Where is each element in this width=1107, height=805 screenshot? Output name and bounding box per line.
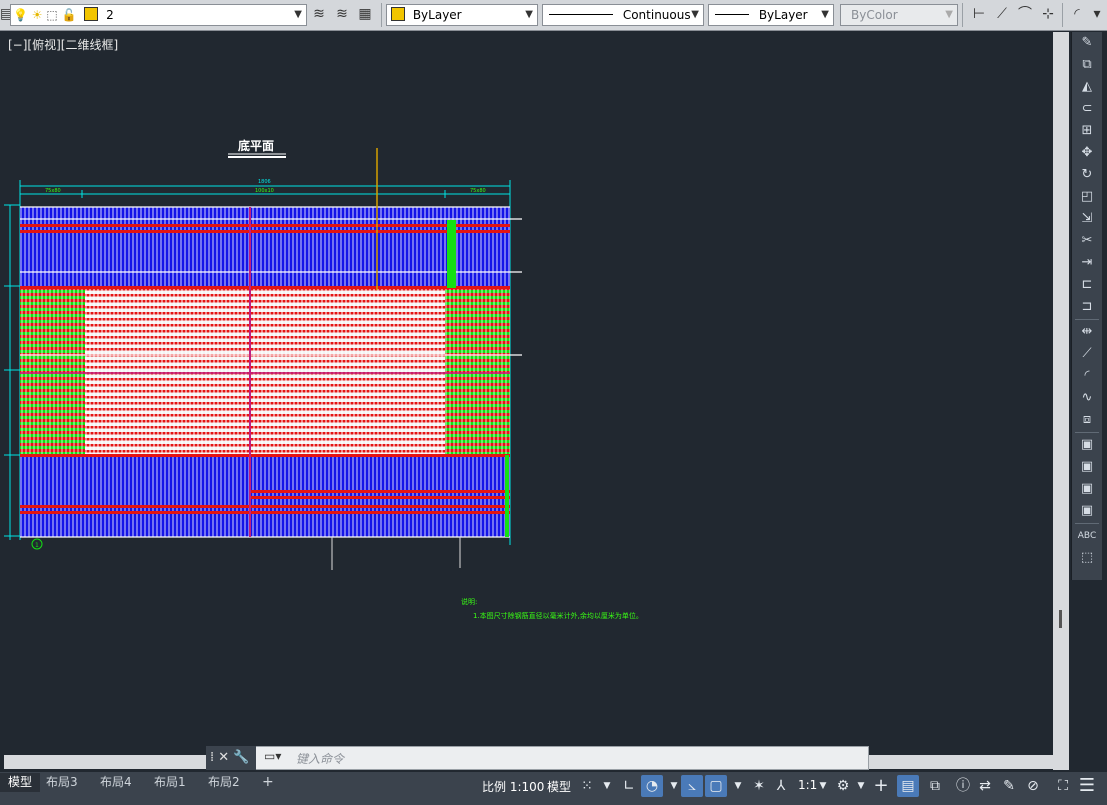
- drawing-sheet: 1806 75x80 100x10 75x80 1: [4, 148, 522, 570]
- grip-icon[interactable]: ⁞: [210, 750, 214, 765]
- chevron-down-icon[interactable]: ▼: [850, 775, 872, 797]
- axis-marker: 1: [35, 542, 39, 549]
- tab-model[interactable]: 模型: [0, 773, 41, 792]
- tab-layout4[interactable]: 布局4: [92, 773, 140, 792]
- annotation-visibility-icon[interactable]: ✶: [748, 775, 770, 797]
- dim-mid: 100x10: [255, 188, 274, 194]
- drawing-title: 底平面: [238, 139, 275, 153]
- isolate-objects-icon[interactable]: ⓘ: [952, 775, 974, 797]
- model-space-button[interactable]: 模型: [547, 778, 571, 795]
- clean-screen-icon[interactable]: ✎: [998, 775, 1020, 797]
- vertical-scrollbar[interactable]: [1053, 32, 1069, 770]
- graphics-performance-icon[interactable]: ⇄: [974, 775, 996, 797]
- vertical-scroll-thumb[interactable]: [1059, 610, 1062, 628]
- blend-curves-icon[interactable]: ∿: [1072, 387, 1102, 409]
- move-icon[interactable]: ✥: [1072, 142, 1102, 164]
- isodraft-icon[interactable]: ⦣: [681, 775, 703, 797]
- command-line-handle[interactable]: ⁞ ✕ 🔧: [206, 746, 256, 770]
- close-icon[interactable]: ✕: [218, 750, 229, 765]
- palette-separator: [1075, 319, 1099, 320]
- rotate-icon[interactable]: ↻: [1072, 164, 1102, 186]
- left-green-rebar: [20, 289, 85, 454]
- annotation-monitor-icon[interactable]: +: [870, 775, 892, 797]
- toolbar-separator: [1062, 3, 1063, 27]
- notes-line: 1.本图尺寸除钢筋直径以毫米计外,余均以厘米为单位。: [473, 612, 643, 620]
- tab-layout2[interactable]: 布局2: [200, 773, 248, 792]
- chevron-down-icon[interactable]: ▼: [727, 775, 749, 797]
- radius-dimension-icon[interactable]: ◜: [1068, 5, 1086, 23]
- dim-total: 1806: [258, 179, 271, 185]
- green-vertical-bars: [447, 220, 456, 288]
- command-history-icon[interactable]: ▭▾: [264, 749, 281, 763]
- notes-heading: 说明:: [461, 598, 478, 606]
- offset-icon[interactable]: ⊂: [1072, 98, 1102, 120]
- dim-left: 75x80: [45, 188, 61, 194]
- customize-icon[interactable]: 🔧: [233, 750, 249, 765]
- fillet-icon[interactable]: ◜: [1072, 365, 1102, 387]
- break-at-point-icon[interactable]: ⊏: [1072, 274, 1102, 296]
- modify-tool-palette: ✎ ⧉ ◭ ⊂ ⊞ ✥ ↻ ◰ ⇲ ✂ ⇥ ⊏ ⊐ ⇹ ⟋ ◜ ∿ ⧈ ▣ ▣ …: [1071, 32, 1102, 580]
- palette-separator: [1075, 432, 1099, 433]
- draw-order-front-icon[interactable]: ▣: [1072, 434, 1102, 456]
- erase-icon[interactable]: ✎: [1072, 32, 1102, 54]
- units-icon[interactable]: ▤: [897, 775, 919, 797]
- scale-label[interactable]: 比例 1:100: [482, 778, 544, 795]
- auto-scale-icon[interactable]: ⅄: [770, 775, 792, 797]
- grid-icon[interactable]: ⁙: [576, 775, 598, 797]
- chevron-down-icon[interactable]: ▾: [1088, 5, 1106, 23]
- stretch-icon[interactable]: ⇲: [1072, 208, 1102, 230]
- join-icon[interactable]: ⇹: [1072, 321, 1102, 343]
- copy-icon[interactable]: ⧉: [1072, 54, 1102, 76]
- draw-order-back-icon[interactable]: ▣: [1072, 456, 1102, 478]
- palette-separator: [1075, 523, 1099, 524]
- draw-order-under-icon[interactable]: ▣: [1072, 500, 1102, 522]
- lineweight-toggle-icon[interactable]: ⊘: [1022, 775, 1044, 797]
- green-edge-bar: [505, 455, 509, 537]
- quick-properties-icon[interactable]: ⧉: [924, 775, 946, 797]
- fullscreen-icon[interactable]: ⛶: [1052, 775, 1074, 797]
- middle-rebar-zone: [20, 289, 510, 454]
- array-icon[interactable]: ⊞: [1072, 120, 1102, 142]
- dim-right: 75x80: [470, 188, 486, 194]
- hatch-edit-icon[interactable]: ⬚: [1072, 547, 1102, 569]
- object-snap-icon[interactable]: ▢: [705, 775, 727, 797]
- command-input[interactable]: 键入命令: [296, 750, 344, 767]
- chevron-down-icon[interactable]: ▼: [812, 775, 834, 797]
- drawing-notes: 说明: 1.本图尺寸除钢筋直径以毫米计外,余均以厘米为单位。: [461, 597, 643, 625]
- trim-icon[interactable]: ✂: [1072, 230, 1102, 252]
- chamfer-icon[interactable]: ⟋: [1072, 343, 1102, 365]
- draw-order-above-icon[interactable]: ▣: [1072, 478, 1102, 500]
- mirror-icon[interactable]: ◭: [1072, 76, 1102, 98]
- add-layout-button[interactable]: +: [254, 773, 282, 792]
- explode-icon[interactable]: ⧈: [1072, 409, 1102, 431]
- right-green-rebar: [445, 289, 510, 454]
- bottom-rebar-zone: [20, 454, 510, 537]
- customization-menu-icon[interactable]: ☰: [1076, 775, 1098, 797]
- text-edit-icon[interactable]: ABC: [1072, 525, 1102, 547]
- ortho-icon[interactable]: ∟: [618, 775, 640, 797]
- tab-layout3[interactable]: 布局3: [38, 773, 86, 792]
- chevron-down-icon[interactable]: ▼: [596, 775, 618, 797]
- break-icon[interactable]: ⊐: [1072, 296, 1102, 318]
- tab-layout1[interactable]: 布局1: [146, 773, 194, 792]
- extend-icon[interactable]: ⇥: [1072, 252, 1102, 274]
- leader-lines: [331, 537, 461, 570]
- polar-tracking-icon[interactable]: ◔: [641, 775, 663, 797]
- scale-icon[interactable]: ◰: [1072, 186, 1102, 208]
